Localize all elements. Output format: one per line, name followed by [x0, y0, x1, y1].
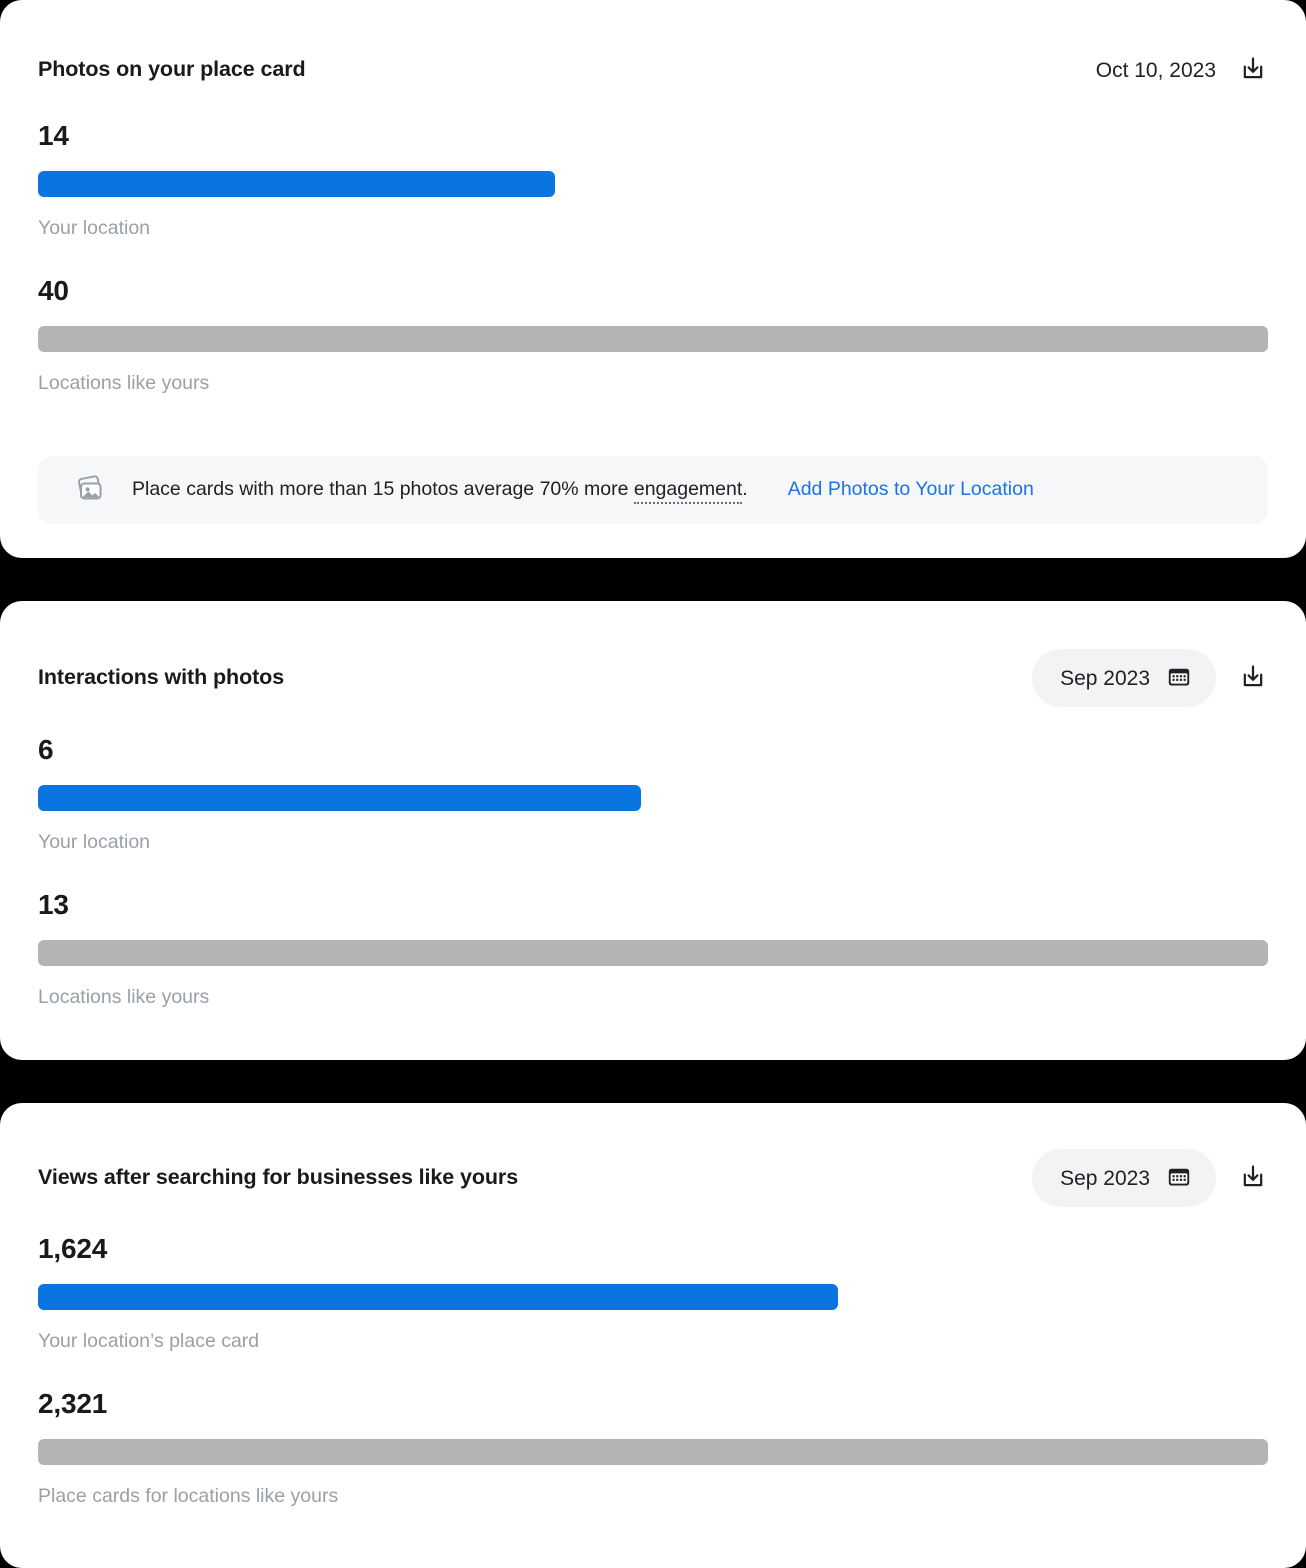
download-button[interactable] — [1238, 55, 1268, 85]
metric-row: 6 Your location — [38, 736, 1268, 853]
month-picker-button[interactable]: Sep 2023 — [1032, 1149, 1216, 1207]
metric-label: Your location — [38, 217, 151, 239]
bar-fill-locations-like-yours — [38, 939, 1268, 966]
card-header: Views after searching for businesses lik… — [0, 1149, 1306, 1207]
metric-label: Your location’s place card — [38, 1330, 260, 1352]
download-tray-icon — [1239, 55, 1267, 86]
metric-label: Locations like yours — [38, 371, 210, 394]
page-title: Photos on your place card — [38, 57, 306, 82]
metric-row: 14 Your location — [38, 122, 1268, 239]
analytics-cards-page: Photos on your place card Oct 10, 2023 1… — [0, 0, 1306, 1568]
card-header-actions: Sep 2023 — [1032, 649, 1268, 707]
card-views-after-searching: Views after searching for businesses lik… — [0, 1103, 1306, 1568]
bar-track — [38, 171, 1268, 197]
metric-row: 40 Locations like yours — [38, 274, 1268, 394]
metric-value: 40 — [38, 274, 69, 306]
calendar-icon — [1166, 664, 1192, 693]
bar-track — [38, 939, 1268, 966]
metric-row: 2,321 Place cards for locations like you… — [38, 1387, 1268, 1507]
calendar-icon — [1166, 1164, 1192, 1193]
metrics-list: 6 Your location 13 Locations like yours — [38, 736, 1268, 1007]
month-picker-label: Sep 2023 — [1060, 1166, 1150, 1190]
card-interactions-with-photos: Interactions with photos Sep 2023 6 Your… — [0, 601, 1306, 1060]
bar-track — [38, 1438, 1268, 1465]
page-title: Views after searching for businesses lik… — [38, 1165, 519, 1190]
bar-fill-your-location — [38, 785, 641, 811]
card-photos-on-place-card: Photos on your place card Oct 10, 2023 1… — [0, 0, 1306, 558]
metric-row: 13 Locations like yours — [38, 888, 1268, 1008]
metric-value: 14 — [38, 120, 69, 151]
tip-banner: Place cards with more than 15 photos ave… — [38, 456, 1268, 524]
card-header-actions: Sep 2023 — [1032, 1149, 1268, 1207]
month-picker-button[interactable]: Sep 2023 — [1032, 649, 1216, 707]
metrics-list: 1,624 Your location’s place card 2,321 P… — [38, 1235, 1268, 1506]
bar-fill-similar-place-cards — [38, 1438, 1268, 1465]
tip-text-before: Place cards with more than 15 photos ave… — [132, 478, 634, 501]
bar-fill-locations-like-yours — [38, 325, 1268, 352]
bar-track — [38, 325, 1268, 352]
bar-track — [38, 785, 1268, 811]
metric-row: 1,624 Your location’s place card — [38, 1235, 1268, 1352]
metric-value: 2,321 — [38, 1387, 108, 1419]
bar-track — [38, 1284, 1268, 1310]
metric-value: 13 — [38, 888, 69, 920]
download-tray-icon — [1239, 663, 1267, 694]
download-tray-icon — [1239, 1163, 1267, 1194]
report-date: Oct 10, 2023 — [1095, 58, 1216, 82]
card-header: Interactions with photos Sep 2023 — [0, 649, 1306, 707]
metrics-list: 14 Your location 40 Locations like yours — [38, 122, 1268, 393]
add-photos-link[interactable]: Add Photos to Your Location — [788, 480, 1034, 500]
metric-value: 6 — [38, 734, 54, 765]
download-button[interactable] — [1238, 1163, 1268, 1193]
month-picker-label: Sep 2023 — [1060, 666, 1150, 690]
page-title: Interactions with photos — [38, 665, 285, 690]
card-header-actions: Oct 10, 2023 — [1096, 55, 1268, 85]
metric-label: Locations like yours — [38, 985, 210, 1008]
tip-text: Place cards with more than 15 photos ave… — [132, 478, 748, 505]
metric-label: Place cards for locations like yours — [38, 1484, 339, 1507]
bar-fill-your-location — [38, 171, 555, 197]
tip-term-engagement[interactable]: engagement — [633, 478, 743, 505]
metric-label: Your location — [38, 831, 151, 853]
download-button[interactable] — [1238, 663, 1268, 693]
tip-text-after: . — [742, 478, 748, 501]
bar-fill-your-place-card — [38, 1284, 838, 1310]
card-header: Photos on your place card Oct 10, 2023 — [0, 50, 1306, 90]
photos-stack-icon — [72, 470, 108, 511]
metric-value: 1,624 — [38, 1233, 108, 1264]
